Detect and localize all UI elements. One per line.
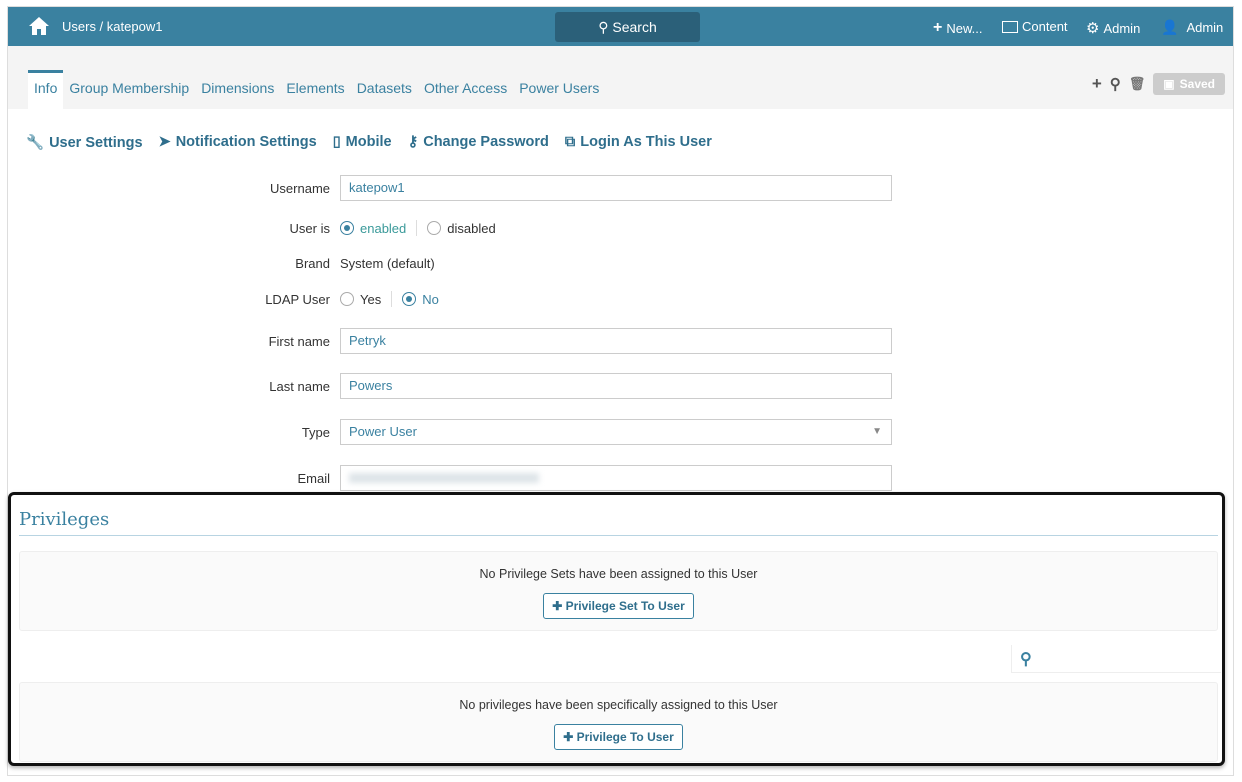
radio-checked-icon [402, 292, 417, 306]
radio-checked-icon [340, 221, 354, 235]
tab-info[interactable]: Info [28, 70, 64, 109]
disabled-radio[interactable]: disabled [427, 220, 496, 236]
first-name-input[interactable]: Petryk [340, 328, 892, 354]
privilege-search[interactable]: ⚲ [1011, 645, 1221, 673]
add-icon[interactable]: + [1092, 74, 1102, 94]
top-bar: Users / katepow1 ⚲ Search + New... Conten… [8, 7, 1233, 46]
user-settings-link[interactable]: 🔧 User Settings [26, 134, 143, 151]
tab-other-access[interactable]: Other Access [418, 70, 513, 109]
plus-icon: ✚ [563, 730, 577, 744]
first-name-label: First name [268, 333, 330, 349]
new-menu[interactable]: + New... [933, 19, 982, 37]
admin-menu[interactable]: ⚙ Admin [1086, 19, 1140, 37]
tab-bar: Info Group Membership Dimensions Element… [8, 46, 1233, 109]
gear-icon: ⚙ [1086, 20, 1100, 37]
login-as-user-link[interactable]: ⧉ Login As This User [565, 134, 712, 151]
mobile-icon: ▯ [332, 134, 341, 150]
radio-unchecked-icon [340, 292, 354, 306]
divider [416, 220, 418, 236]
new-label: New... [946, 20, 983, 36]
add-privilege-set-button[interactable]: ✚ Privilege Set To User [543, 593, 694, 619]
type-label: Type [301, 424, 330, 440]
type-select[interactable]: Power User ▼ [340, 419, 892, 445]
user-label: Admin [1186, 20, 1224, 35]
search-label: Search [612, 19, 657, 35]
privilege-sets-message: No Privilege Sets have been assigned to … [479, 567, 758, 581]
divider [391, 291, 393, 307]
wrench-icon: 🔧 [26, 135, 45, 151]
floppy-icon: ▣ [1163, 77, 1175, 91]
saved-label: Saved [1179, 77, 1215, 91]
privilege-sets-panel: No Privilege Sets have been assigned to … [19, 551, 1218, 631]
tab-datasets[interactable]: Datasets [351, 70, 418, 109]
caret-down-icon: ▼ [872, 426, 882, 437]
tab-elements[interactable]: Elements [280, 70, 350, 109]
mobile-link[interactable]: ▯ Mobile [333, 134, 392, 151]
notification-settings-link[interactable]: ➤ Notification Settings [159, 134, 317, 151]
username-input[interactable]: katepow1 [340, 175, 892, 201]
trash-icon[interactable]: 🗑 [1129, 76, 1146, 92]
saved-button[interactable]: ▣ Saved [1153, 73, 1225, 95]
user-menu[interactable]: 👤 Admin [1161, 19, 1223, 36]
user-actions: 🔧 User Settings ➤ Notification Settings ▯ M… [26, 134, 712, 151]
last-name-label: Last name [269, 378, 330, 394]
ldap-label: LDAP User [265, 291, 330, 307]
home-icon[interactable] [28, 16, 50, 36]
ldap-no-radio[interactable]: No [402, 292, 439, 307]
radio-label: enabled [360, 220, 407, 236]
breadcrumb[interactable]: Users / katepow1 [62, 19, 162, 34]
email-label: Email [297, 470, 330, 486]
button-label: Privilege To User [576, 730, 674, 744]
type-value: Power User [349, 424, 417, 439]
email-input[interactable] [340, 465, 892, 491]
radio-unchecked-icon [427, 221, 442, 235]
search-button[interactable]: ⚲ Search [555, 12, 700, 42]
privileges-panel: No privileges have been specifically ass… [19, 682, 1218, 762]
change-password-link[interactable]: ⚷ Change Password [408, 134, 549, 151]
username-label: Username [270, 180, 330, 196]
admin-label: Admin [1103, 20, 1141, 36]
tab-group-membership[interactable]: Group Membership [63, 70, 195, 109]
search-icon: ⚲ [1020, 651, 1032, 668]
privileges-section: Privileges No Privilege Sets have been a… [8, 492, 1225, 766]
enabled-radio[interactable]: enabled [340, 221, 406, 236]
user-icon: 👤 [1161, 19, 1179, 35]
folder-icon [1002, 20, 1018, 33]
key-icon: ⚷ [407, 134, 419, 150]
radio-label: No [422, 291, 439, 307]
email-blurred [349, 473, 539, 483]
link-label: User Settings [49, 135, 143, 151]
radio-label: disabled [447, 220, 496, 236]
last-name-input[interactable]: Powers [340, 373, 892, 399]
user-is-label: User is [289, 220, 330, 236]
privileges-message: No privileges have been specifically ass… [459, 698, 778, 712]
brand-value: System (default) [340, 256, 435, 271]
privileges-title: Privileges [19, 509, 110, 530]
content-menu[interactable]: Content [1002, 19, 1068, 34]
ldap-yes-radio[interactable]: Yes [340, 292, 381, 307]
plus-icon: ✚ [552, 599, 566, 613]
content-label: Content [1022, 19, 1068, 34]
brand-label: Brand [295, 256, 330, 271]
radio-label: Yes [360, 291, 382, 307]
add-privilege-button[interactable]: ✚ Privilege To User [554, 724, 683, 750]
link-label: Notification Settings [175, 134, 317, 150]
tab-dimensions[interactable]: Dimensions [195, 70, 280, 109]
link-label: Change Password [423, 134, 549, 150]
link-label: Login As This User [580, 134, 712, 150]
search-icon[interactable]: ⚲ [1110, 75, 1121, 93]
button-label: Privilege Set To User [565, 599, 685, 613]
search-icon: ⚲ [598, 19, 613, 35]
paper-plane-icon: ➤ [158, 134, 171, 150]
link-label: Mobile [345, 134, 392, 150]
divider [19, 535, 1218, 536]
tab-power-users[interactable]: Power Users [513, 70, 605, 109]
external-link-icon: ⧉ [564, 134, 576, 150]
plus-icon: + [933, 19, 943, 36]
